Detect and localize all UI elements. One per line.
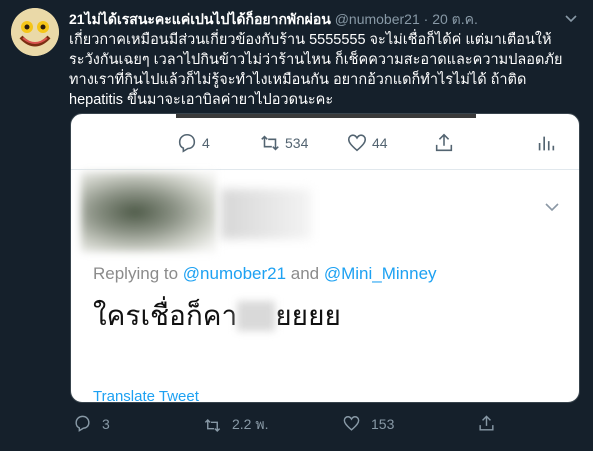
reply-count: 3 — [102, 415, 110, 432]
analytics-icon — [538, 136, 555, 151]
screenshot-reply: 4 — [176, 132, 210, 154]
share-button[interactable] — [477, 414, 496, 433]
screenshot-action-bar: 4 534 44 — [71, 126, 579, 156]
image-top-strip — [176, 114, 476, 118]
attached-screenshot-image[interactable]: 4 534 44 Replying to @numober21 and @Min… — [70, 113, 580, 403]
tweet-header: 21ไม่ได้เรสนะคะแค่เปนไปได้ก็อยากพักผ่อน … — [69, 9, 553, 31]
reply-button[interactable]: 3 — [73, 414, 110, 433]
retweet-button[interactable]: 2.2 พ. — [203, 414, 268, 436]
blurred-avatar — [81, 172, 216, 252]
separator-dot: · — [423, 11, 429, 27]
reply-text-start: ใครเชื่อก็คา — [93, 299, 238, 332]
reply-icon — [75, 415, 90, 432]
user-handle[interactable]: @numober21 — [335, 11, 420, 27]
replying-to-line: Replying to @numober21 and @Mini_Minney — [93, 264, 437, 284]
retweet-icon — [261, 135, 279, 151]
screenshot-reply-text: ใครเชื่อก็คา ยยยย — [93, 294, 341, 338]
avatar-smiley-icon — [11, 8, 59, 56]
tweet-text: เกี่ยวกาคเหมือนมีส่วนเกี่ยวข้องกับร้าน 5… — [69, 32, 563, 108]
reply-icon — [178, 133, 196, 153]
chevron-down-icon — [565, 15, 577, 23]
screenshot-like-count: 44 — [372, 135, 388, 151]
chevron-down-icon — [545, 203, 559, 212]
screenshot-retweet: 534 — [259, 132, 308, 154]
share-icon — [435, 133, 453, 152]
like-button[interactable]: 153 — [342, 414, 394, 433]
screenshot-divider — [71, 169, 579, 170]
translate-tweet-link: Translate Tweet — [93, 388, 199, 403]
screenshot-reply-count: 4 — [202, 135, 210, 151]
mention-numober21: @numober21 — [182, 264, 287, 283]
screenshot-like: 44 — [346, 132, 388, 154]
reply-text-end: ยยยย — [275, 299, 341, 332]
blurred-username — [221, 189, 311, 239]
more-options-button[interactable] — [563, 10, 579, 26]
censored-blur — [237, 301, 276, 331]
avatar[interactable] — [11, 8, 59, 56]
screenshot-analytics — [535, 132, 557, 154]
tweet-date[interactable]: 20 ต.ค. — [432, 11, 478, 27]
heart-icon — [343, 416, 360, 431]
tweet-action-bar: 3 2.2 พ. 153 — [0, 414, 593, 438]
mention-mini-minney: @Mini_Minney — [323, 264, 437, 283]
like-count: 153 — [371, 415, 395, 432]
replying-prefix: Replying to — [93, 264, 183, 283]
retweet-count: 2.2 พ. — [232, 416, 269, 432]
and-word: and — [286, 264, 324, 283]
screenshot-retweet-count: 534 — [285, 135, 309, 151]
retweet-icon — [204, 418, 221, 432]
share-icon — [479, 415, 494, 431]
heart-icon — [347, 134, 367, 152]
screenshot-more — [543, 198, 561, 216]
display-name[interactable]: 21ไม่ได้เรสนะคะแค่เปนไปได้ก็อยากพักผ่อน — [69, 11, 331, 27]
screenshot-share — [433, 132, 455, 154]
